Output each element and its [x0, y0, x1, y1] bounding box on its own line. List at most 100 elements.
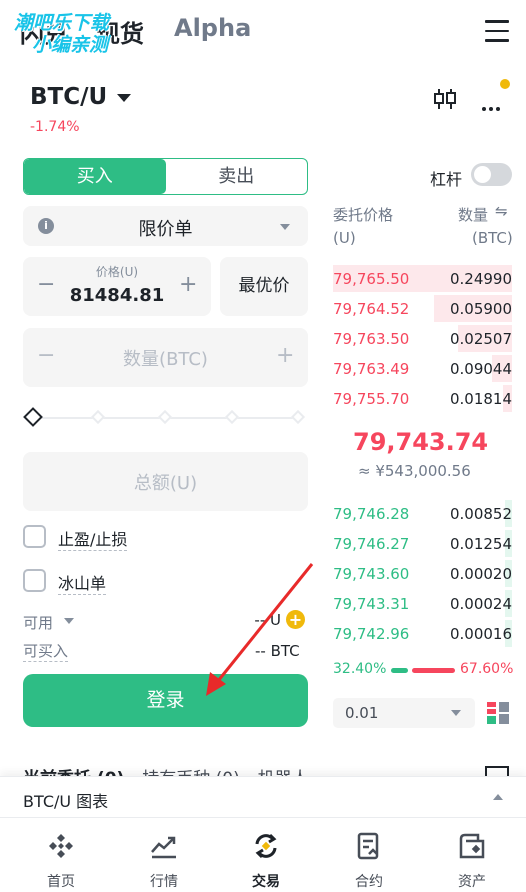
chevron-up-icon[interactable]: [493, 794, 503, 800]
ask-row[interactable]: 79,764.52 0.05900: [331, 294, 512, 324]
nav-trade[interactable]: 交易: [214, 818, 318, 892]
nav-assets-label: 资产: [458, 874, 486, 890]
bid-row[interactable]: 79,743.31 0.00024: [331, 589, 512, 619]
orderbook-layout-icon[interactable]: [486, 701, 510, 725]
futures-doc-icon: [357, 832, 379, 860]
ask-row[interactable]: 79,763.49 0.09044: [331, 354, 512, 384]
leverage-toggle[interactable]: [471, 163, 512, 186]
ask-row[interactable]: 79,765.50 0.24990: [331, 264, 512, 294]
ask-price: 79,763.50: [333, 330, 410, 348]
last-price-fiat: ≈ ¥543,000.56: [358, 462, 471, 480]
slider-handle[interactable]: [23, 407, 43, 427]
quantity-placeholder: 数量(BTC): [123, 349, 208, 370]
total-input[interactable]: 总额(U): [23, 452, 308, 511]
tpsl-label[interactable]: 止盈/止损: [58, 526, 128, 551]
plus-icon[interactable]: +: [179, 272, 197, 297]
more-options-icon[interactable]: [482, 96, 503, 115]
ob-qty-unit: (BTC): [472, 229, 513, 247]
chevron-down-icon[interactable]: [64, 618, 74, 624]
annotation-arrow: [206, 563, 314, 696]
sell-tab[interactable]: 卖出: [166, 159, 308, 194]
ask-row[interactable]: 79,763.50 0.02507: [331, 324, 512, 354]
ask-qty: 0.05900: [449, 300, 512, 318]
bid-qty: 0.00852: [449, 505, 512, 523]
ask-price: 79,764.52: [333, 300, 410, 318]
nav-home[interactable]: 首页: [9, 818, 113, 892]
bid-row[interactable]: 79,746.28 0.00852: [331, 499, 512, 529]
ask-price: 79,763.49: [333, 360, 410, 378]
ask-qty: 0.09044: [449, 360, 512, 378]
nav-market[interactable]: 行情: [112, 818, 216, 892]
bid-qty: 0.00016: [449, 625, 512, 643]
price-input[interactable]: 价格(U) 81484.81 − +: [23, 257, 211, 316]
ask-row[interactable]: 79,755.70 0.01814: [331, 384, 512, 414]
ask-qty: 0.24990: [449, 270, 512, 288]
ask-price: 79,755.70: [333, 390, 410, 408]
slider-step-75[interactable]: [224, 409, 240, 425]
sell-ratio: 67.60%: [460, 661, 514, 677]
plus-icon[interactable]: +: [276, 343, 294, 368]
bottom-nav: 首页 行情 交易 合约 资产: [0, 818, 526, 892]
hamburger-menu-icon[interactable]: [485, 20, 509, 42]
best-price-label: 最优价: [238, 276, 290, 296]
depth-step-value: 0.01: [345, 704, 379, 722]
ask-price: 79,765.50: [333, 270, 410, 288]
tpsl-checkbox[interactable]: [23, 525, 46, 548]
ob-qty-header[interactable]: 数量: [458, 204, 488, 225]
nav-trade-label: 交易: [252, 874, 280, 890]
bid-row[interactable]: 79,746.27 0.01254: [331, 529, 512, 559]
notification-dot: [500, 79, 510, 89]
price-change: -1.74%: [30, 119, 80, 135]
minus-icon[interactable]: −: [37, 272, 55, 297]
last-price: 79,743.74: [353, 428, 489, 456]
slider-step-100[interactable]: [290, 409, 306, 425]
kline-chart-icon[interactable]: [432, 86, 458, 112]
caret-down-icon[interactable]: [117, 94, 131, 102]
chevron-down-icon: [280, 224, 290, 230]
bid-row[interactable]: 79,742.96 0.00016: [331, 619, 512, 649]
buy-ratio: 32.40%: [333, 661, 387, 677]
slider-step-50[interactable]: [157, 409, 173, 425]
iceberg-label[interactable]: 冰山单: [58, 570, 107, 595]
swap-unit-icon[interactable]: ⇋: [495, 202, 508, 220]
nav-assets[interactable]: 资产: [420, 818, 524, 892]
bid-price: 79,746.27: [333, 535, 410, 553]
best-price-button[interactable]: 最优价: [220, 257, 308, 316]
slider-step-25[interactable]: [90, 409, 106, 425]
watermark-line2: 小编亲测: [32, 34, 109, 56]
nav-home-label: 首页: [47, 874, 75, 890]
binance-home-icon: [49, 834, 73, 858]
chevron-down-icon: [451, 710, 461, 716]
bid-price: 79,742.96: [333, 625, 410, 643]
nav-futures[interactable]: 合约: [317, 818, 421, 892]
buy-tab[interactable]: 买入: [24, 159, 166, 194]
ask-qty: 0.02507: [449, 330, 512, 348]
bid-row[interactable]: 79,743.60 0.00020: [331, 559, 512, 589]
available-label[interactable]: 可用: [23, 612, 53, 633]
pair-selector[interactable]: BTC/U: [30, 84, 107, 110]
bid-price: 79,743.60: [333, 565, 410, 583]
depth-step-select[interactable]: 0.01: [333, 698, 475, 728]
ob-price-unit: (U): [333, 229, 356, 247]
total-placeholder: 总额(U): [133, 473, 198, 494]
trade-exchange-icon: [255, 833, 277, 859]
iceberg-checkbox[interactable]: [23, 569, 46, 592]
wallet-assets-icon: [459, 833, 485, 859]
watermark-line1: 潮吧乐下载: [14, 12, 110, 34]
can-buy-label: 可买入: [23, 642, 69, 662]
chart-bar[interactable]: BTC/U 图表: [0, 776, 526, 818]
bid-qty: 0.01254: [449, 535, 512, 553]
order-type-select[interactable]: i 限价单: [23, 206, 308, 246]
bid-qty: 0.00020: [449, 565, 512, 583]
sell-ratio-bar: [412, 668, 455, 673]
leverage-label: 杠杆: [430, 170, 463, 189]
chart-bar-label: BTC/U 图表: [23, 792, 109, 811]
order-type-label: 限价单: [138, 219, 193, 240]
ob-price-header: 委托价格: [333, 206, 394, 224]
tab-alpha[interactable]: Alpha: [174, 14, 251, 42]
bid-qty: 0.00024: [449, 595, 512, 613]
ask-qty: 0.01814: [449, 390, 512, 408]
quantity-input[interactable]: − 数量(BTC) +: [23, 328, 308, 387]
buy-ratio-bar: [391, 668, 408, 673]
market-chart-icon: [151, 836, 176, 859]
